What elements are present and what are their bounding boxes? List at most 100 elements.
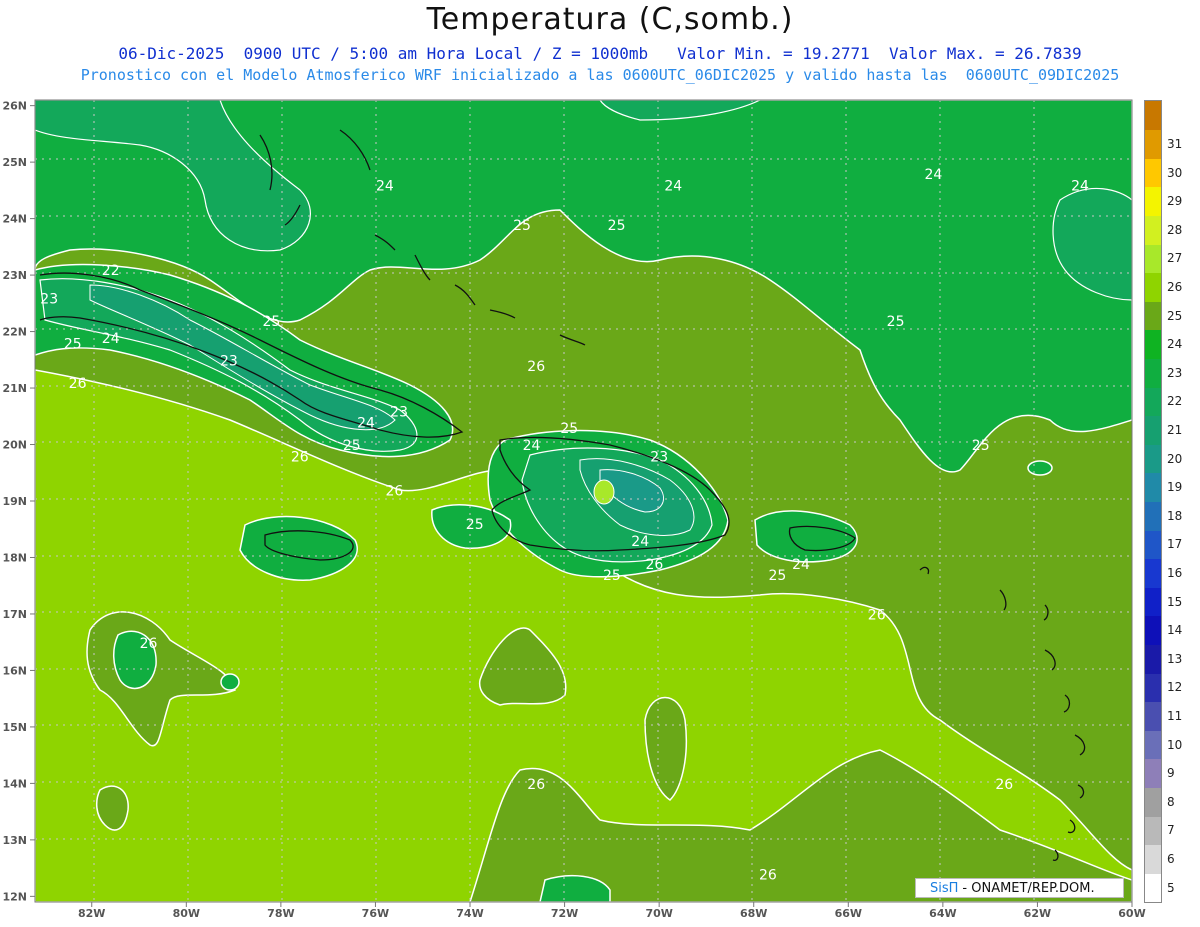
color-scale-label: 12 <box>1167 680 1183 695</box>
color-scale-label: 17 <box>1167 537 1183 552</box>
contour-label: 26 <box>69 376 87 392</box>
lon-tick-label: 78W <box>267 907 294 920</box>
color-scale-cell <box>1145 358 1161 388</box>
lat-tick-label: 12N <box>2 890 27 903</box>
color-scale-label: 14 <box>1167 623 1183 638</box>
contour-label: 24 <box>631 534 649 550</box>
lat-tick-label: 17N <box>2 608 27 621</box>
color-scale-cell <box>1145 101 1161 131</box>
contour-label: 26 <box>385 483 403 499</box>
color-scale-cell <box>1145 816 1161 846</box>
sispi-logo: SisΠ <box>930 880 959 896</box>
contour-label: 24 <box>102 331 120 347</box>
lat-tick-label: 25N <box>2 156 27 169</box>
lat-tick-label: 21N <box>2 382 27 395</box>
contour-label: 24 <box>376 178 394 194</box>
color-scale-cell <box>1145 215 1161 245</box>
lon-tick-label: 60W <box>1118 907 1145 920</box>
color-scale-label: 20 <box>1167 451 1183 466</box>
lon-tick-label: 80W <box>173 907 200 920</box>
color-scale-label: 21 <box>1167 422 1183 437</box>
contour-label: 26 <box>868 608 886 624</box>
contour-label: 23 <box>650 450 668 466</box>
lat-tick-label: 19N <box>2 495 27 508</box>
contour-label: 26 <box>759 867 777 883</box>
lon-tick-label: 62W <box>1024 907 1051 920</box>
contour-label: 26 <box>140 636 158 652</box>
lat-tick-label: 15N <box>2 721 27 734</box>
contour-label: 25 <box>343 438 361 454</box>
color-scale-label: 11 <box>1167 709 1183 724</box>
lat-tick-label: 23N <box>2 269 27 282</box>
lat-tick-label: 14N <box>2 777 27 790</box>
color-scale-label: 29 <box>1167 194 1183 209</box>
color-scale-cell <box>1145 758 1161 789</box>
contour-label: 24 <box>924 167 942 183</box>
color-scale-cell <box>1145 272 1161 302</box>
color-scale-cell <box>1145 730 1161 760</box>
color-scale-label: 24 <box>1167 337 1183 352</box>
lon-tick-label: 70W <box>645 907 672 920</box>
contour-label: 26 <box>291 450 309 466</box>
color-scale-label: 26 <box>1167 279 1183 294</box>
latitude-axis: 26N 25N 24N 23N 22N 21N 20N 19N 18N 17N 16N 15N 14N 1… <box>2 100 35 903</box>
lat-tick-label: 16N <box>2 664 27 677</box>
color-scale-cell <box>1145 587 1161 617</box>
color-scale-cell <box>1145 472 1161 502</box>
lon-tick-label: 66W <box>835 907 862 920</box>
color-scale-label: 10 <box>1167 737 1183 752</box>
credit-box: SisΠ - ONAMET/REP.DOM. <box>915 878 1124 898</box>
lat-tick-label: 13N <box>2 834 27 847</box>
contour-label: 25 <box>887 314 905 330</box>
color-scale-cell <box>1145 644 1161 674</box>
contour-label: 25 <box>972 438 990 454</box>
credit-text: - ONAMET/REP.DOM. <box>962 880 1095 896</box>
contour-label: 26 <box>995 777 1013 793</box>
contour-label: 26 <box>645 557 663 573</box>
color-scale-cell <box>1145 415 1161 445</box>
color-scale-label: 30 <box>1167 165 1183 180</box>
contour-label: 24 <box>523 438 541 454</box>
color-scale-label: 7 <box>1167 823 1175 838</box>
color-scale-label: 6 <box>1167 852 1175 867</box>
lon-tick-label: 76W <box>362 907 389 920</box>
contour-label: 23 <box>220 354 238 370</box>
lon-tick-label: 74W <box>456 907 483 920</box>
color-scale-cell <box>1145 301 1161 331</box>
color-scale-cell <box>1145 501 1161 531</box>
color-scale-label: 31 <box>1167 136 1183 151</box>
contour-label: 25 <box>768 568 786 584</box>
color-scale-cell <box>1145 673 1161 703</box>
lat-tick-label: 18N <box>2 552 27 565</box>
color-scale-cell <box>1145 787 1161 817</box>
color-scale-cell <box>1145 244 1161 274</box>
lat-tick-label: 24N <box>2 213 27 226</box>
lat-tick-label: 20N <box>2 439 27 452</box>
contour-label: 24 <box>1071 178 1089 194</box>
color-scale-label: 5 <box>1167 880 1175 895</box>
color-scale-label: 23 <box>1167 365 1183 380</box>
longitude-axis: 82W 80W 78W 76W 74W 72W 70W 68W 66W 64W 62W 60W <box>78 902 1146 920</box>
color-scale-cell <box>1145 844 1161 874</box>
color-scale-cell <box>1145 558 1161 588</box>
color-scale-label: 15 <box>1167 594 1183 609</box>
color-scale-label: 22 <box>1167 394 1183 409</box>
contour-label: 23 <box>390 404 408 420</box>
contour-label: 25 <box>262 314 280 330</box>
contour-label: 25 <box>560 421 578 437</box>
color-scale-cell <box>1145 615 1161 646</box>
color-scale-label: 8 <box>1167 794 1175 809</box>
color-scale-cell <box>1145 158 1161 188</box>
lon-tick-label: 64W <box>929 907 956 920</box>
lat-tick-label: 22N <box>2 326 27 339</box>
color-scale-bar <box>1144 100 1162 903</box>
contour-label: 25 <box>64 337 82 353</box>
color-scale-cell <box>1145 387 1161 417</box>
color-scale-label: 19 <box>1167 480 1183 495</box>
lon-tick-label: 72W <box>551 907 578 920</box>
contour-label: 24 <box>664 178 682 194</box>
color-scale-cell <box>1145 129 1161 159</box>
contour-label: 25 <box>608 218 626 234</box>
color-scale-label: 16 <box>1167 566 1183 581</box>
contour-label: 25 <box>603 568 621 584</box>
